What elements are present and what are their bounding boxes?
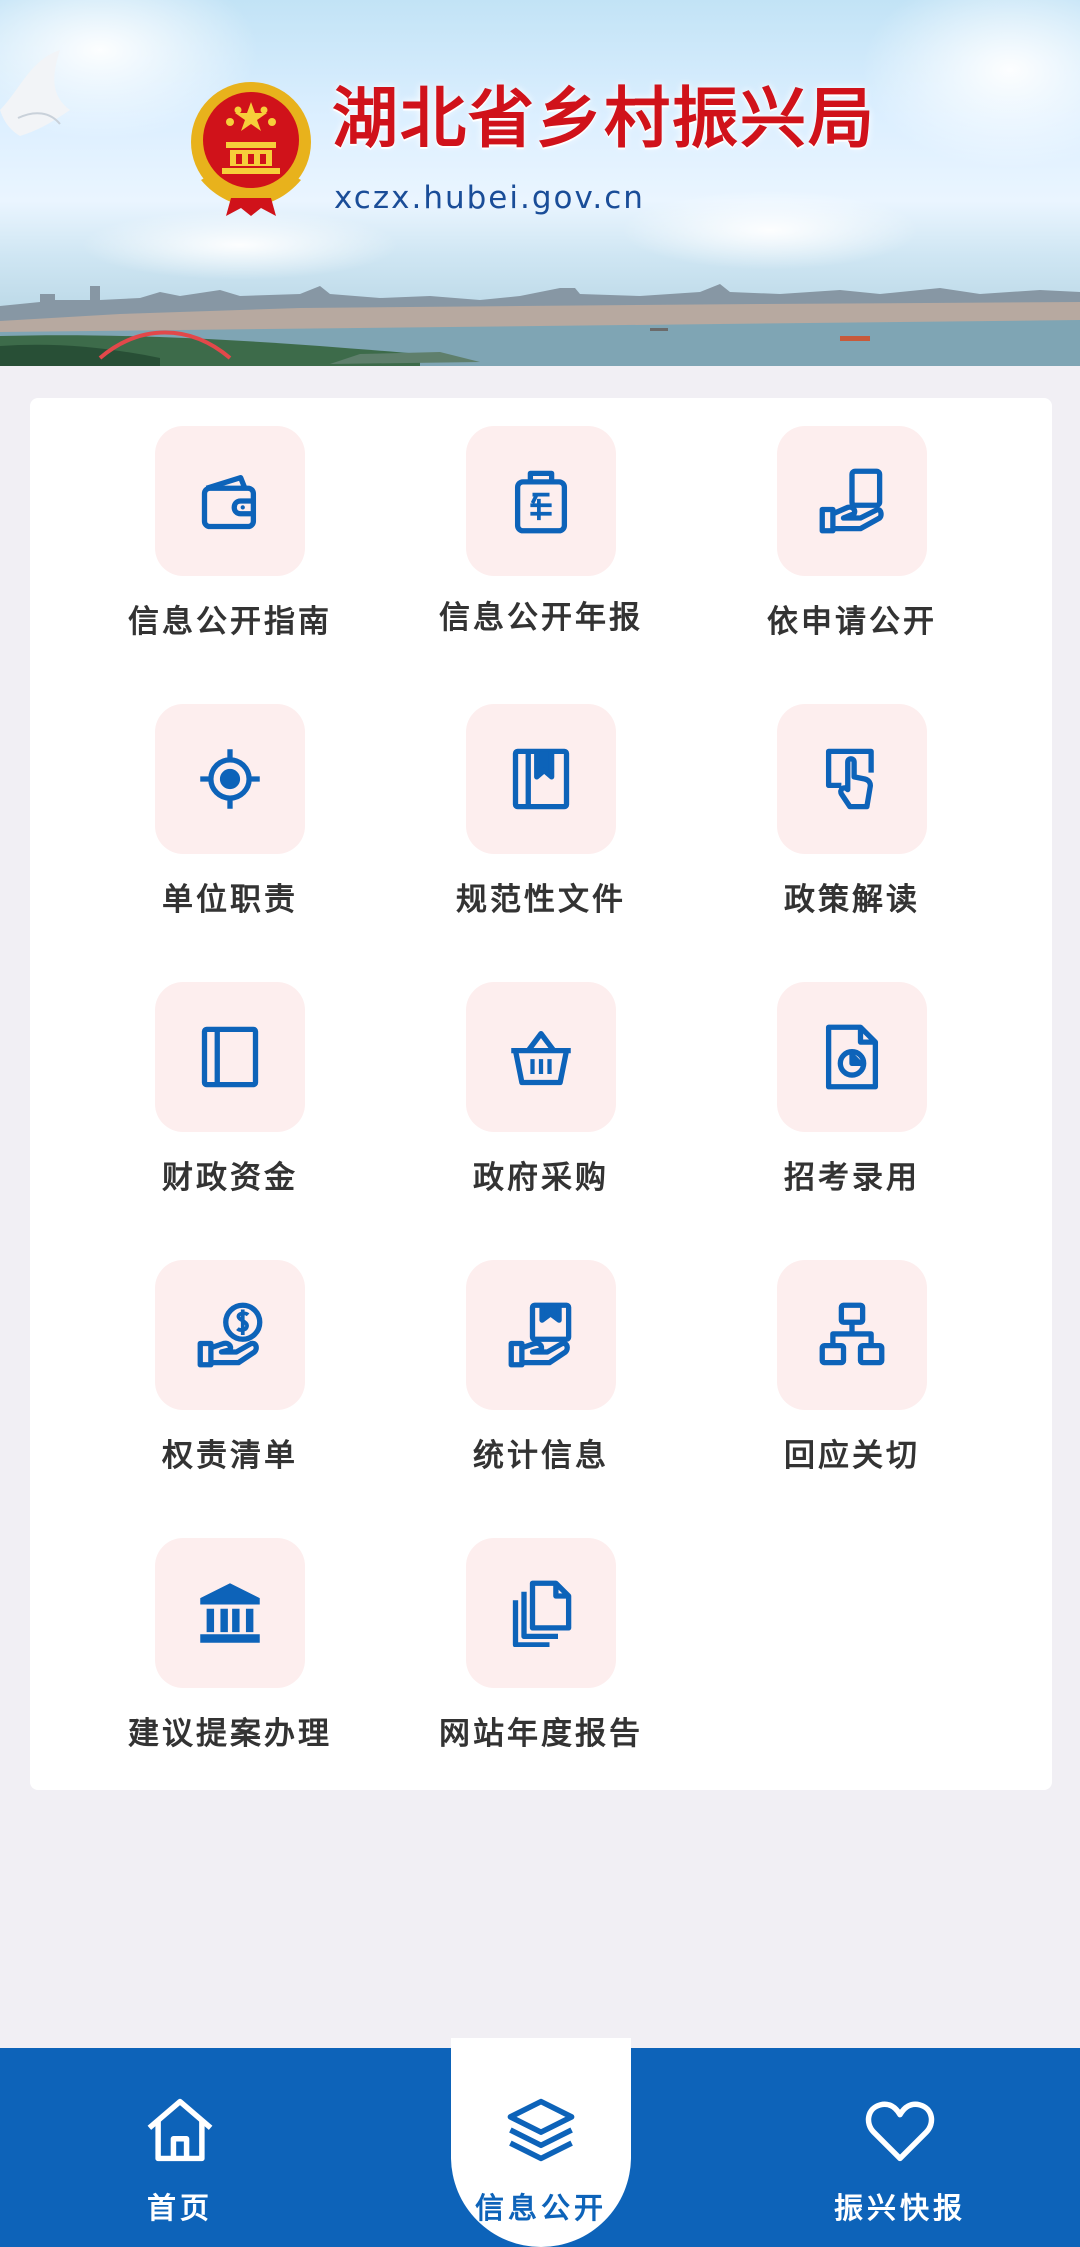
grid-item-responsibility-list[interactable]: 权责清单 — [60, 1232, 400, 1474]
bookmark-book-icon — [512, 748, 570, 810]
grid-item-statistics[interactable]: 统计信息 — [371, 1232, 711, 1474]
grid-item-label: 规范性文件 — [456, 882, 626, 918]
basket-icon — [511, 1030, 571, 1086]
icon-tile — [155, 704, 305, 854]
grid-item-label: 依申请公开 — [767, 604, 937, 640]
grid-item-normative-docs[interactable]: 规范性文件 — [371, 676, 711, 918]
national-emblem-icon — [191, 82, 311, 216]
icon-tile — [777, 704, 927, 854]
institution-icon — [200, 1583, 260, 1643]
target-icon — [200, 749, 260, 809]
grid-item-label: 招考录用 — [784, 1160, 920, 1196]
chart-document-icon — [825, 1024, 879, 1090]
heart-icon — [865, 2101, 935, 2162]
home-icon — [147, 2098, 213, 2162]
grid-item-procurement[interactable]: 政府采购 — [371, 954, 711, 1196]
clipboard-year-icon — [514, 470, 568, 534]
icon-tile — [155, 1260, 305, 1410]
icon-tile — [466, 1260, 616, 1410]
grid-item-label: 信息公开指南 — [128, 604, 332, 640]
icon-tile — [466, 426, 616, 576]
icon-tile — [777, 426, 927, 576]
grid-item-label: 回应关切 — [784, 1438, 920, 1474]
icon-tile — [777, 982, 927, 1132]
info-disclosure-grid: 信息公开指南 信息公开年报 依申请公开 单位职责 规范性文件 政策解读 财政资金… — [30, 398, 1052, 1790]
icon-tile — [155, 982, 305, 1132]
wallet-icon — [201, 474, 257, 530]
grid-item-duties[interactable]: 单位职责 — [60, 676, 400, 918]
icon-tile — [155, 1538, 305, 1688]
grid-item-apply-disclosure[interactable]: 依申请公开 — [682, 398, 1022, 640]
grid-item-label: 单位职责 — [162, 882, 298, 918]
grid-item-recruitment[interactable]: 招考录用 — [682, 954, 1022, 1196]
copy-documents-icon — [512, 1580, 572, 1647]
tab-label: 信息公开 — [474, 2191, 607, 2225]
grid-item-label: 统计信息 — [473, 1438, 609, 1474]
city-skyline-image — [0, 284, 1080, 366]
tab-news[interactable]: 振兴快报 — [720, 2048, 1080, 2247]
grid-item-finance[interactable]: 财政资金 — [60, 954, 400, 1196]
tab-label: 首页 — [146, 2191, 213, 2225]
grid-item-label: 建议提案办理 — [128, 1716, 332, 1752]
grid-item-response[interactable]: 回应关切 — [682, 1232, 1022, 1474]
hand-coin-icon — [197, 1302, 263, 1368]
ledger-icon — [201, 1026, 259, 1088]
grid-item-policy-interpretation[interactable]: 政策解读 — [682, 676, 1022, 918]
org-chart-icon — [819, 1302, 885, 1366]
grid-item-label: 信息公开年报 — [439, 600, 643, 636]
layers-icon — [507, 2098, 575, 2162]
header-banner: 湖北省乡村振兴局 xczx.hubei.gov.cn — [0, 0, 1080, 366]
hand-box-icon — [508, 1302, 572, 1368]
tab-info-disclosure[interactable]: 信息公开 — [451, 2038, 631, 2247]
touch-document-icon — [825, 748, 874, 810]
grid-item-proposals[interactable]: 建议提案办理 — [60, 1510, 400, 1752]
dove-icon — [0, 50, 70, 136]
icon-tile — [777, 1260, 927, 1410]
grid-item-label: 权责清单 — [162, 1438, 298, 1474]
grid-item-annual-site-report[interactable]: 网站年度报告 — [371, 1510, 711, 1752]
hand-document-icon — [819, 468, 884, 534]
icon-tile — [155, 426, 305, 576]
grid-item-label: 政府采购 — [473, 1160, 609, 1196]
icon-tile — [466, 982, 616, 1132]
grid-item-label: 政策解读 — [784, 882, 920, 918]
grid-item-info-guide[interactable]: 信息公开指南 — [60, 398, 400, 640]
grid-item-label: 网站年度报告 — [439, 1716, 643, 1752]
banner-url: xczx.hubei.gov.cn — [334, 180, 645, 216]
grid-item-annual-report[interactable]: 信息公开年报 — [371, 398, 711, 638]
grid-item-label: 财政资金 — [162, 1160, 298, 1196]
icon-tile — [466, 704, 616, 854]
banner-title: 湖北省乡村振兴局 — [332, 80, 876, 157]
icon-tile — [466, 1538, 616, 1688]
tab-home[interactable]: 首页 — [0, 2048, 360, 2247]
tab-label: 振兴快报 — [833, 2191, 966, 2225]
